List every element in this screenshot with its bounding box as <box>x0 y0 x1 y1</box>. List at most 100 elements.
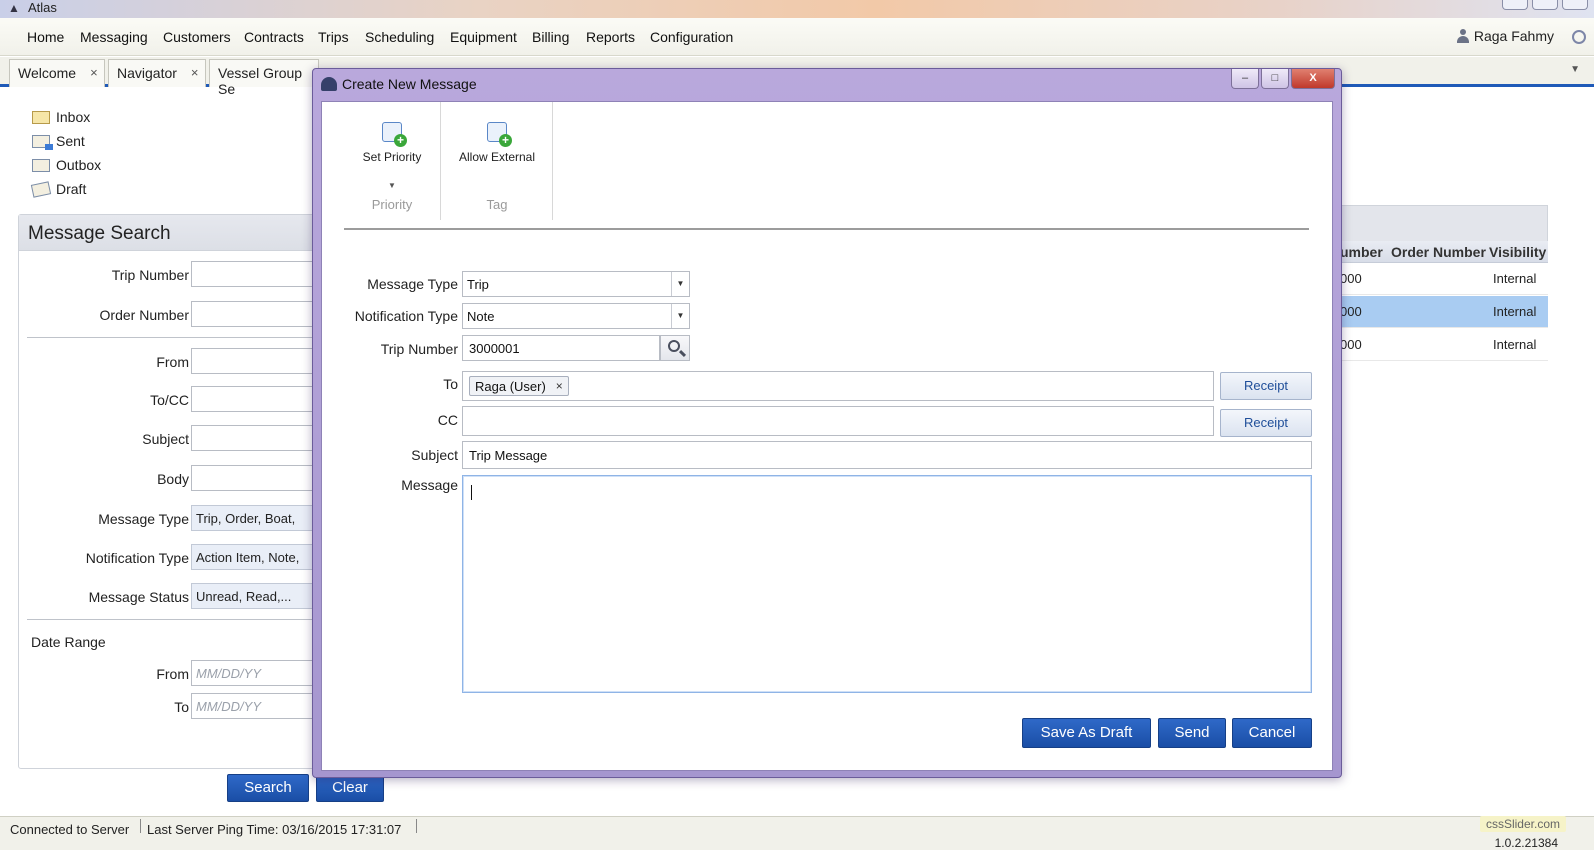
search-button[interactable]: Search <box>227 774 309 802</box>
dialog-title: Create New Message <box>321 76 477 92</box>
folder-sent[interactable]: Sent <box>32 133 85 150</box>
col-visibility[interactable]: Visibility <box>1489 244 1546 260</box>
ribbon-group-tag: Allow External Tag <box>441 102 553 220</box>
date-from-input[interactable]: MM/DD/YY <box>191 660 331 686</box>
chevron-down-icon[interactable]: ▼ <box>671 272 689 296</box>
menu-billing[interactable]: Billing <box>532 29 569 45</box>
chevron-down-icon[interactable]: ▼ <box>1570 64 1580 75</box>
cell-trip: 000 <box>1340 337 1362 352</box>
to-recipient-field[interactable]: Raga (User) × <box>462 371 1214 401</box>
from-input[interactable] <box>191 348 331 374</box>
table-row[interactable]: 000 Internal <box>1340 296 1548 328</box>
window-minimize-button[interactable] <box>1502 0 1528 10</box>
tab-vessel-group[interactable]: Vessel Group Se <box>209 59 319 97</box>
folder-draft[interactable]: Draft <box>30 180 86 198</box>
watermark: cssSlider.com <box>1479 816 1566 832</box>
user-name: Raga Fahmy <box>1473 28 1554 44</box>
cc-receipt-button[interactable]: Receipt <box>1220 409 1312 437</box>
cancel-button[interactable]: Cancel <box>1232 718 1312 748</box>
connection-status: Connected to Server <box>10 822 130 837</box>
outbox-icon <box>32 158 50 172</box>
add-tag-icon <box>487 122 512 147</box>
main-menu-bar: Home Messaging Customers Contracts Trips… <box>0 18 1594 56</box>
tab-label: Welcome <box>18 65 77 81</box>
dialog-body: Set Priority ▼ Priority Allow External T… <box>321 101 1333 771</box>
table-row[interactable]: 000 Internal <box>1340 329 1548 361</box>
message-type-select[interactable]: Trip, Order, Boat, <box>191 505 331 531</box>
menu-messaging[interactable]: Messaging <box>80 29 148 45</box>
menu-scheduling[interactable]: Scheduling <box>365 29 434 45</box>
table-row[interactable]: 000 Internal <box>1340 263 1548 295</box>
menu-configuration[interactable]: Configuration <box>650 29 733 45</box>
message-status-select[interactable]: Unread, Read,... <box>191 583 331 609</box>
ribbon-label: Allow External <box>458 150 536 164</box>
draft-icon <box>30 180 52 198</box>
menu-reports[interactable]: Reports <box>586 29 635 45</box>
cell-trip: 000 <box>1340 271 1362 286</box>
folder-inbox[interactable]: Inbox <box>32 109 90 125</box>
remove-recipient-icon[interactable]: × <box>556 379 563 393</box>
col-trip-number[interactable]: umber <box>1340 244 1383 260</box>
tab-close-icon[interactable]: × <box>90 65 98 87</box>
select-value: Note <box>467 309 495 324</box>
message-type-label: Message Type <box>367 276 458 292</box>
menu-customers[interactable]: Customers <box>163 29 231 45</box>
date-to-input[interactable]: MM/DD/YY <box>191 693 331 719</box>
send-button[interactable]: Send <box>1158 718 1226 748</box>
message-body-textarea[interactable] <box>462 475 1312 693</box>
cell-visibility: Internal <box>1493 271 1537 286</box>
dialog-close-button[interactable]: X <box>1291 69 1335 89</box>
dialog-minimize-button[interactable]: – <box>1231 69 1259 89</box>
message-type-select[interactable]: Trip ▼ <box>462 271 690 297</box>
tab-navigator[interactable]: Navigator × <box>108 59 206 87</box>
ribbon-group-priority: Set Priority ▼ Priority <box>344 102 441 220</box>
subject-input[interactable]: Trip Message <box>462 441 1312 469</box>
trip-number-input[interactable]: 3000001 <box>462 335 660 361</box>
dialog-maximize-button[interactable]: □ <box>1261 69 1289 89</box>
to-receipt-button[interactable]: Receipt <box>1220 372 1312 400</box>
subject-label: Subject <box>411 447 458 463</box>
menu-contracts[interactable]: Contracts <box>244 29 304 45</box>
folder-outbox[interactable]: Outbox <box>32 157 101 173</box>
settings-icon[interactable] <box>1572 30 1586 44</box>
to-label: To <box>443 376 458 392</box>
trip-number-input[interactable] <box>191 261 331 287</box>
chevron-down-icon[interactable]: ▼ <box>671 304 689 328</box>
trip-search-button[interactable] <box>660 335 690 361</box>
text-caret <box>471 485 472 500</box>
notification-type-select[interactable]: Note ▼ <box>462 303 690 329</box>
window-close-button[interactable] <box>1562 0 1588 10</box>
user-menu[interactable]: Raga Fahmy <box>1456 28 1554 44</box>
app-title: Atlas <box>28 0 57 15</box>
tocc-input[interactable] <box>191 386 331 412</box>
cell-trip: 000 <box>1340 304 1362 319</box>
notification-type-select[interactable]: Action Item, Note, <box>191 544 331 570</box>
tab-welcome[interactable]: Welcome × <box>9 59 105 87</box>
cc-recipient-field[interactable] <box>462 406 1214 436</box>
allow-external-button[interactable]: Allow External <box>447 122 547 164</box>
folder-label: Inbox <box>56 109 91 125</box>
chevron-down-icon[interactable]: ▼ <box>388 181 396 190</box>
subject-label: Subject <box>142 431 189 447</box>
cc-label: CC <box>437 412 458 428</box>
order-number-input[interactable] <box>191 301 331 327</box>
subject-input[interactable] <box>191 425 331 451</box>
date-range-label: Date Range <box>31 634 106 650</box>
save-as-draft-button[interactable]: Save As Draft <box>1022 718 1151 748</box>
set-priority-button[interactable]: Set Priority <box>342 122 442 164</box>
menu-equipment[interactable]: Equipment <box>450 29 517 45</box>
tag-caption: Tag <box>486 197 508 212</box>
order-number-label: Order Number <box>99 307 189 323</box>
create-message-dialog: Create New Message – □ X Set Priority ▼ … <box>312 68 1342 778</box>
window-maximize-button[interactable] <box>1532 0 1558 10</box>
menu-home[interactable]: Home <box>27 29 64 45</box>
body-input[interactable] <box>191 465 331 491</box>
tab-close-icon[interactable]: × <box>191 65 199 87</box>
col-order-number[interactable]: Order Number <box>1391 244 1486 260</box>
trip-number-label: Trip Number <box>111 267 189 283</box>
date-to-label: To <box>174 699 189 715</box>
folder-label: Sent <box>56 133 85 149</box>
clear-button[interactable]: Clear <box>316 774 384 802</box>
recipient-token: Raga (User) × <box>469 376 569 396</box>
menu-trips[interactable]: Trips <box>318 29 349 45</box>
